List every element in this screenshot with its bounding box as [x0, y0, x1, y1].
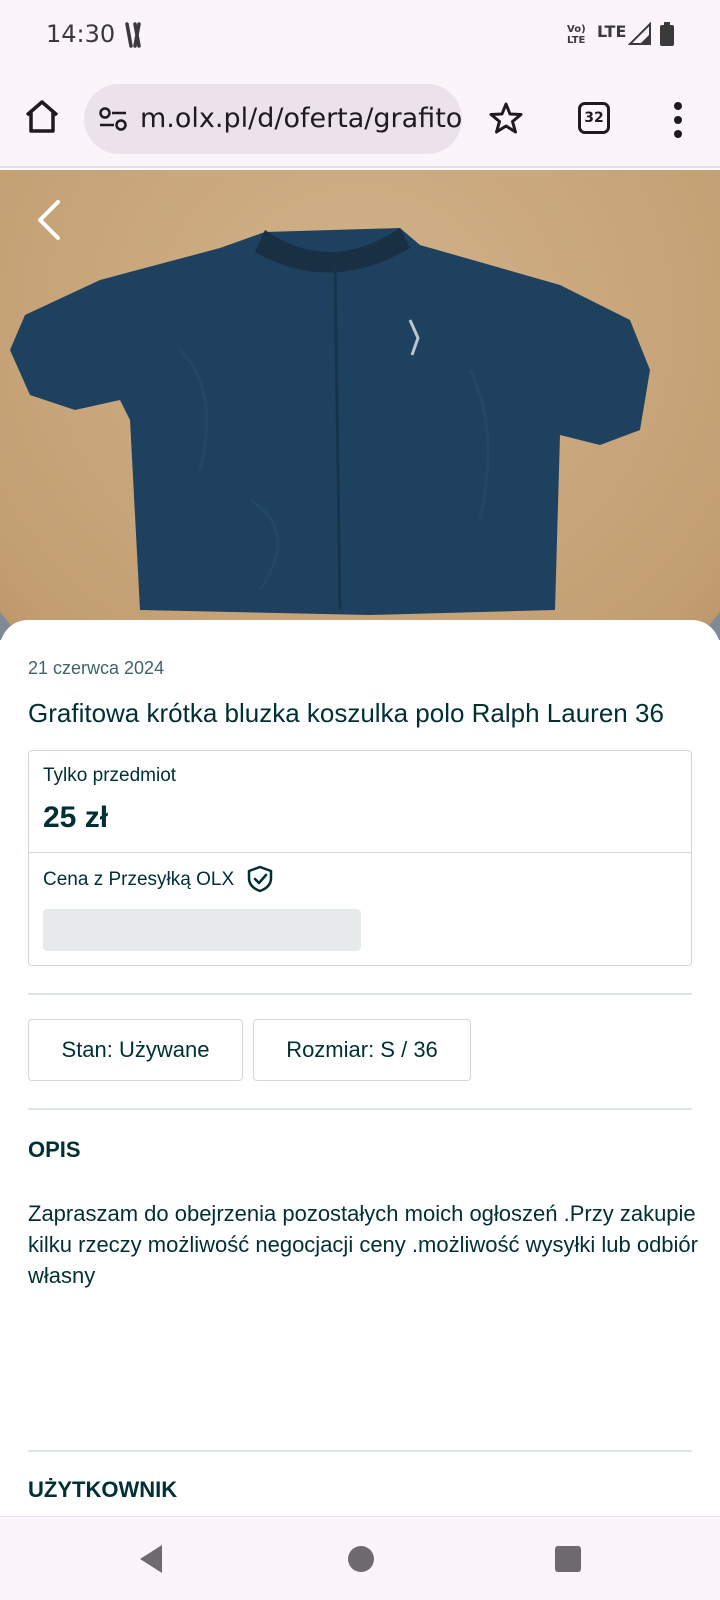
shipping-price-label: Cena z Przesyłką OLX [43, 869, 235, 890]
signal-icon [628, 22, 651, 45]
system-nav-bar [0, 1516, 720, 1600]
shipping-price-loading [43, 909, 361, 951]
listing-title: Grafitowa krótka bluzka koszulka polo Ra… [28, 698, 664, 728]
tab-switcher-icon[interactable]: 32 [578, 102, 610, 134]
star-icon[interactable] [488, 100, 524, 136]
status-bar: 14:30 Vo) LTE LTE [0, 0, 720, 72]
user-heading: UŻYTKOWNIK [28, 1477, 178, 1502]
divider [28, 1108, 692, 1110]
browser-toolbar: m.olx.pl/d/oferta/grafito 32 [0, 72, 720, 168]
url-text[interactable]: m.olx.pl/d/oferta/grafito [140, 103, 462, 134]
divider [28, 1450, 692, 1452]
screen: 14:30 Vo) LTE LTE m.olx.pl/d/oferta/graf… [0, 0, 720, 1600]
listing-details: 21 czerwca 2024 Grafitowa krótka bluzka … [0, 620, 720, 1516]
app-notification-icon [125, 22, 141, 48]
status-time: 14:30 [46, 20, 116, 48]
nav-home-icon[interactable] [348, 1546, 374, 1572]
price-label: Tylko przedmiot [43, 765, 177, 786]
volte-indicator: Vo) LTE [567, 24, 586, 46]
network-type: LTE [597, 22, 627, 41]
nav-back-icon[interactable] [136, 1543, 166, 1575]
param-condition: Stan: Używane [28, 1019, 243, 1081]
battery-icon [660, 22, 674, 46]
description-text: Zapraszam do obejrzenia pozostałych moic… [28, 1201, 698, 1288]
param-size: Rozmiar: S / 36 [253, 1019, 471, 1081]
price-value: 25 zł [43, 801, 109, 834]
product-photo-drawing [0, 170, 720, 640]
home-icon[interactable] [22, 96, 62, 136]
listing-date: 21 czerwca 2024 [28, 658, 165, 678]
price-divider [29, 852, 691, 853]
shield-check-icon [247, 865, 273, 893]
nav-recents-icon[interactable] [555, 1546, 581, 1572]
divider [28, 993, 692, 995]
description-heading: OPIS [28, 1137, 81, 1162]
price-box: Tylko przedmiot 25 zł Cena z Przesyłką O… [28, 750, 692, 966]
site-settings-icon[interactable] [98, 106, 128, 132]
product-image[interactable] [0, 170, 720, 640]
back-arrow-icon[interactable] [34, 198, 62, 242]
url-bar[interactable]: m.olx.pl/d/oferta/grafito [84, 84, 462, 154]
more-vert-icon[interactable] [664, 100, 692, 140]
